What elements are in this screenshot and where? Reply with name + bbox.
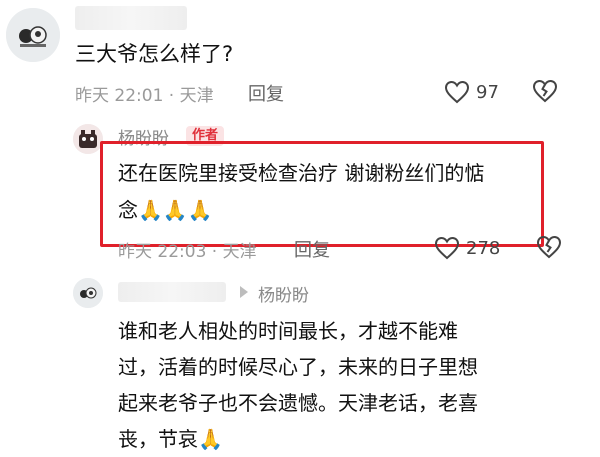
reply-button[interactable]: 回复	[248, 80, 284, 106]
dislike-button[interactable]	[536, 235, 562, 259]
reply-to-name[interactable]: 杨盼盼	[258, 281, 309, 306]
comment-meta: 昨天 22:03 · 天津	[118, 242, 257, 262]
like-count: 278	[466, 237, 501, 259]
avatar-image-icon	[6, 8, 60, 62]
comment-text-line: 念🙏🙏🙏	[118, 198, 213, 222]
reply-button[interactable]: 回复	[294, 236, 330, 262]
heart-outline-icon	[444, 80, 470, 104]
like-button[interactable]: 278	[434, 235, 500, 261]
avatar-image-icon	[73, 124, 103, 154]
avatar[interactable]	[6, 8, 60, 62]
comment-text-line: 还在医院里接受检查治疗 谢谢粉丝们的惦	[118, 161, 485, 185]
reply-arrow-icon	[238, 285, 250, 299]
comment-text-line: 谁和老人相处的时间最长，才越不能难	[118, 319, 458, 343]
avatar[interactable]	[73, 278, 103, 308]
avatar-image-icon	[73, 278, 103, 308]
comment-text-line: 过，活着的时候尽心了，未来的日子里想	[118, 355, 478, 379]
like-button[interactable]: 97	[444, 79, 499, 105]
like-count: 97	[476, 81, 499, 103]
heart-outline-icon	[434, 236, 460, 260]
username-blurred[interactable]	[118, 282, 226, 302]
broken-heart-icon	[532, 79, 558, 103]
author-avatar[interactable]	[73, 124, 103, 154]
broken-heart-icon	[536, 235, 562, 259]
dislike-button[interactable]	[532, 79, 558, 103]
comment-meta: 昨天 22:01 · 天津	[75, 86, 214, 106]
comment-text-line: 起来老爷子也不会遗憾。天津老话，老喜	[118, 391, 478, 415]
comment-text: 三大爷怎么样了?	[75, 42, 234, 66]
username-blurred[interactable]	[75, 6, 187, 30]
